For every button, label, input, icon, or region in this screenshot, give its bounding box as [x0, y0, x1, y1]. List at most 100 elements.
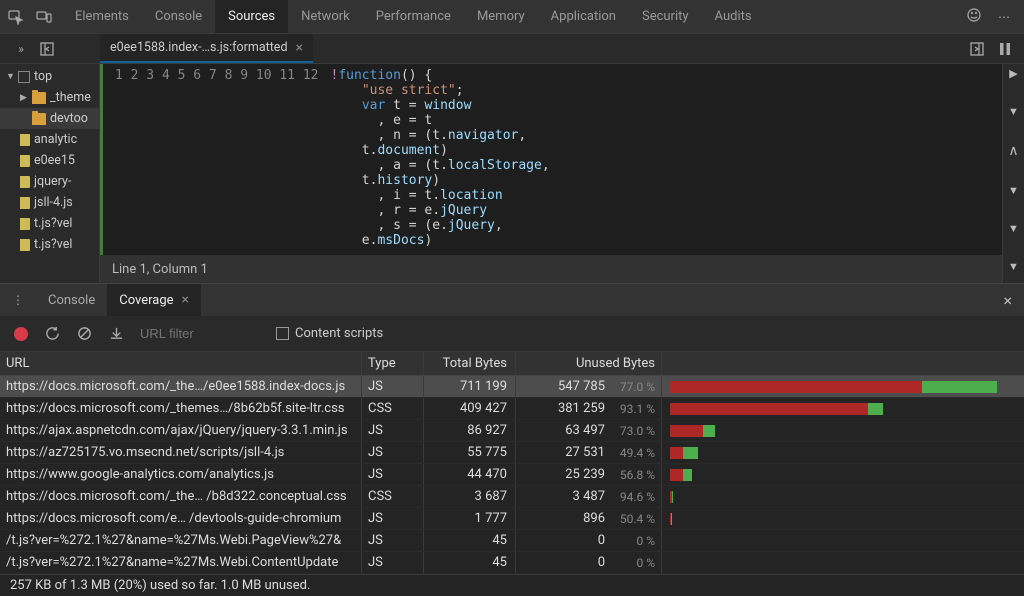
file-icon: [20, 197, 30, 209]
feedback-icon[interactable]: [964, 7, 984, 26]
drawer-menu-icon[interactable]: ⋮: [8, 290, 28, 310]
cell-unused: 3 48794.6 %: [516, 486, 662, 507]
tree-file[interactable]: jsll-4.js: [0, 192, 99, 213]
cell-type: CSS: [362, 486, 424, 507]
cell-url: https://ajax.aspnetcdn.com/ajax/jQuery/j…: [0, 420, 362, 441]
drawer-tab-coverage[interactable]: Coverage×: [107, 284, 201, 316]
top-tab-performance[interactable]: Performance: [363, 0, 464, 33]
coverage-row[interactable]: https://www.google-analytics.com/analyti…: [0, 464, 1024, 486]
header-unused[interactable]: Unused Bytes: [516, 352, 662, 375]
chevron-down-icon[interactable]: ▼: [1008, 184, 1019, 197]
tree-file[interactable]: t.js?vel: [0, 234, 99, 255]
top-tab-sources[interactable]: Sources: [215, 0, 288, 33]
more-icon[interactable]: ⋯: [994, 10, 1014, 24]
drawer-tabs: ⋮ ConsoleCoverage× ×: [0, 284, 1024, 316]
cell-total: 45: [424, 530, 516, 551]
tree-folder[interactable]: ▶_theme: [0, 87, 99, 108]
file-icon: [20, 155, 30, 167]
file-tab-active[interactable]: e0ee1588.index-…s.js:formatted ×: [100, 34, 313, 63]
pause-icon[interactable]: [996, 40, 1014, 58]
coverage-row[interactable]: https://ajax.aspnetcdn.com/ajax/jQuery/j…: [0, 420, 1024, 442]
cell-type: JS: [362, 508, 424, 529]
folder-icon: [32, 113, 46, 125]
header-url[interactable]: URL: [0, 352, 362, 375]
coverage-table: URL Type Total Bytes Unused Bytes https:…: [0, 352, 1024, 574]
cell-type: JS: [362, 552, 424, 573]
content-scripts-checkbox[interactable]: [276, 327, 289, 340]
header-total[interactable]: Total Bytes: [424, 352, 516, 375]
cell-unused: 381 25993.1 %: [516, 398, 662, 419]
tree-file[interactable]: e0ee15: [0, 150, 99, 171]
code-editor[interactable]: 1 2 3 4 5 6 7 8 9 10 11 12 !function() {…: [100, 64, 1002, 255]
inspect-icon[interactable]: [6, 7, 26, 27]
file-navigator: ▼top ▶_theme devtoo analytice0ee15jquery…: [0, 64, 100, 283]
content-scripts-label: Content scripts: [295, 326, 383, 341]
code-content: !function() { "use strict"; var t = wind…: [327, 64, 1003, 255]
close-tab-icon[interactable]: ×: [296, 40, 303, 56]
export-icon[interactable]: [108, 326, 124, 342]
coverage-row[interactable]: https://docs.microsoft.com/_the…/e0ee158…: [0, 376, 1024, 398]
cell-url: https://docs.microsoft.com/_the… /b8d322…: [0, 486, 362, 507]
tree-file[interactable]: jquery-: [0, 171, 99, 192]
sources-file-tabs: » e0ee1588.index-…s.js:formatted ×: [0, 34, 1024, 64]
cell-bar: [662, 403, 1024, 415]
drawer-close-icon[interactable]: ×: [1003, 291, 1024, 310]
cell-total: 45: [424, 552, 516, 573]
device-toggle-icon[interactable]: [34, 7, 54, 27]
cell-bar: [662, 447, 1024, 459]
coverage-row[interactable]: https://az725175.vo.msecnd.net/scripts/j…: [0, 442, 1024, 464]
cell-total: 86 927: [424, 420, 516, 441]
cell-url: https://az725175.vo.msecnd.net/scripts/j…: [0, 442, 362, 463]
top-tab-security[interactable]: Security: [629, 0, 702, 33]
cell-type: JS: [362, 530, 424, 551]
close-icon[interactable]: ×: [182, 292, 189, 308]
cell-url: /t.js?ver=%272.1%27&name=%27Ms.Webi.Page…: [0, 530, 362, 551]
top-tab-console[interactable]: Console: [142, 0, 215, 33]
cell-unused: 00 %: [516, 530, 662, 551]
cell-type: CSS: [362, 398, 424, 419]
file-icon: [20, 176, 30, 188]
navigator-toggle-icon[interactable]: »: [12, 40, 30, 58]
clear-icon[interactable]: [76, 326, 92, 342]
cell-total: 3 687: [424, 486, 516, 507]
file-tab-label: e0ee1588.index-…s.js:formatted: [110, 40, 288, 55]
coverage-row[interactable]: /t.js?ver=%272.1%27&name=%27Ms.Webi.Cont…: [0, 552, 1024, 574]
tree-top[interactable]: ▼top: [0, 66, 99, 87]
cell-unused: 25 23956.8 %: [516, 464, 662, 485]
coverage-row[interactable]: https://docs.microsoft.com/_themes…/8b62…: [0, 398, 1024, 420]
top-tab-application[interactable]: Application: [538, 0, 629, 33]
tree-file[interactable]: t.js?vel: [0, 213, 99, 234]
tree-file[interactable]: analytic: [0, 129, 99, 150]
show-debugger-icon[interactable]: [968, 40, 986, 58]
cell-bar: [662, 381, 1024, 393]
cell-type: JS: [362, 442, 424, 463]
top-tab-audits[interactable]: Audits: [702, 0, 765, 33]
top-tab-memory[interactable]: Memory: [464, 0, 538, 33]
reload-icon[interactable]: [44, 326, 60, 342]
cell-total: 55 775: [424, 442, 516, 463]
editor-status-bar: Line 1, Column 1: [100, 255, 1002, 283]
coverage-row[interactable]: https://docs.microsoft.com/_the… /b8d322…: [0, 486, 1024, 508]
header-type[interactable]: Type: [362, 352, 424, 375]
cell-bar: [662, 513, 1024, 525]
chevron-right-icon[interactable]: ▶: [1009, 67, 1017, 80]
record-button[interactable]: [14, 327, 28, 341]
chevron-down-icon[interactable]: ▼: [1008, 105, 1019, 118]
tree-folder-selected[interactable]: devtoo: [0, 108, 99, 129]
debugger-sidebar: ▶ ▼ ∧ ▼ ▼ ▼: [1002, 64, 1024, 283]
chevron-down-icon[interactable]: ▼: [1008, 260, 1019, 273]
cell-url: https://www.google-analytics.com/analyti…: [0, 464, 362, 485]
drawer-tab-console[interactable]: Console: [36, 284, 107, 316]
show-navigator-icon[interactable]: [38, 40, 56, 58]
url-filter-input[interactable]: [140, 326, 260, 341]
chevron-up-icon[interactable]: ∧: [1008, 143, 1018, 159]
cell-total: 409 427: [424, 398, 516, 419]
coverage-table-header: URL Type Total Bytes Unused Bytes: [0, 352, 1024, 376]
coverage-row[interactable]: /t.js?ver=%272.1%27&name=%27Ms.Webi.Page…: [0, 530, 1024, 552]
cell-unused: 00 %: [516, 552, 662, 573]
top-tab-elements[interactable]: Elements: [62, 0, 142, 33]
cell-total: 1 777: [424, 508, 516, 529]
top-tab-network[interactable]: Network: [288, 0, 363, 33]
chevron-down-icon[interactable]: ▼: [1008, 222, 1019, 235]
coverage-row[interactable]: https://docs.microsoft.com/e… /devtools-…: [0, 508, 1024, 530]
